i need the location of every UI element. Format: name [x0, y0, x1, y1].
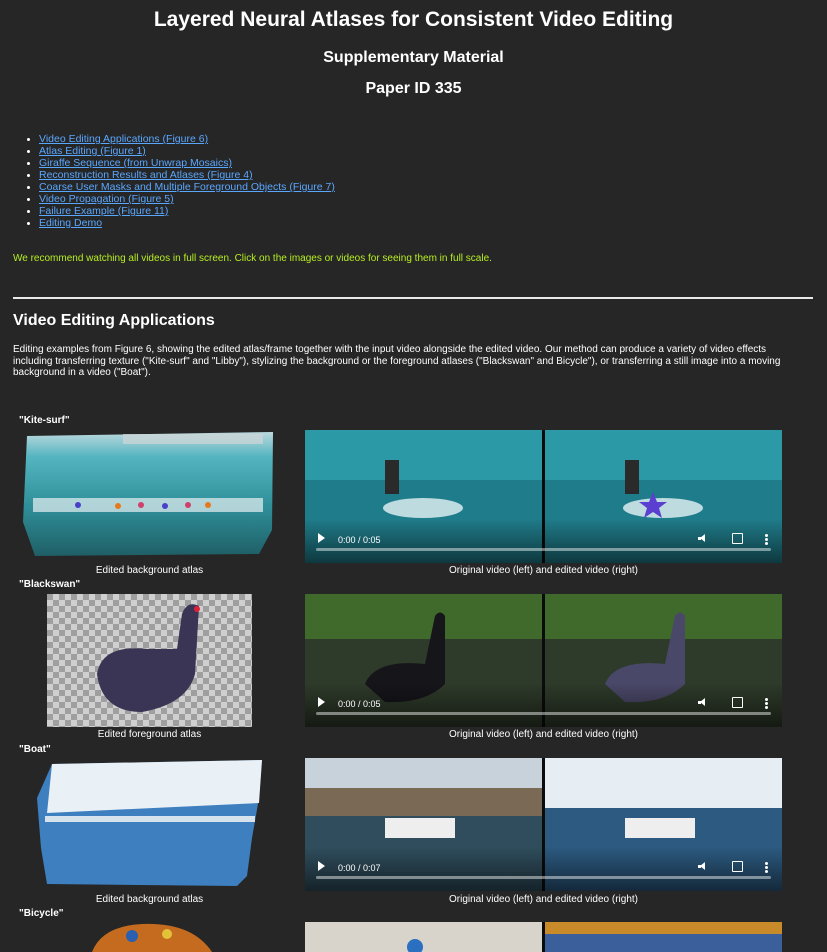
page-title: Layered Neural Atlases for Consistent Vi…: [153, 8, 674, 31]
boat-video-caption: Original video (left) and edited video (…: [449, 894, 638, 905]
boat-video-player[interactable]: 0:00 / 0:07: [305, 758, 782, 891]
volume-icon[interactable]: [698, 534, 707, 543]
section-description: Editing examples from Figure 6, showing …: [13, 344, 781, 378]
toc-item: Video Propagation (Figure 5): [27, 193, 335, 205]
example-label-blackswan: "Blackswan": [19, 579, 81, 590]
fullscreen-icon[interactable]: [732, 533, 743, 544]
video-progress-bar[interactable]: [316, 712, 771, 715]
play-icon[interactable]: [318, 533, 325, 543]
toc-link-coarse-masks[interactable]: Coarse User Masks and Multiple Foregroun…: [39, 181, 335, 193]
volume-icon[interactable]: [698, 862, 707, 871]
toc-link-editing-demo[interactable]: Editing Demo: [39, 217, 102, 229]
bicycle-video-player[interactable]: [305, 922, 782, 952]
video-controls: 0:00 / 0:05: [305, 683, 782, 727]
kite-surf-atlas-caption: Edited background atlas: [95, 565, 204, 576]
kite-surf-atlas-image[interactable]: [23, 430, 276, 558]
bicycle-atlas-image[interactable]: [82, 922, 216, 952]
video-time: 0:00 / 0:05: [338, 535, 381, 545]
example-label-boat: "Boat": [19, 744, 51, 755]
toc-link-atlas-editing[interactable]: Atlas Editing (Figure 1): [39, 145, 146, 157]
kite-surf-video-player[interactable]: 0:00 / 0:05: [305, 430, 782, 563]
bicycle-original-frame: [305, 922, 542, 952]
blackswan-video-player[interactable]: 0:00 / 0:05: [305, 594, 782, 727]
toc-item: Giraffe Sequence (from Unwrap Mosaics): [27, 157, 335, 169]
toc-item: Failure Example (Figure 11): [27, 205, 335, 217]
toc-item: Atlas Editing (Figure 1): [27, 145, 335, 157]
video-controls: 0:00 / 0:07: [305, 847, 782, 891]
toc-item: Editing Demo: [27, 217, 335, 229]
more-options-icon[interactable]: [765, 862, 768, 873]
boat-atlas-image[interactable]: [37, 758, 262, 890]
play-icon[interactable]: [318, 697, 325, 707]
table-of-contents: Video Editing Applications (Figure 6) At…: [27, 133, 335, 229]
section-title: Video Editing Applications: [13, 312, 215, 329]
toc-link-giraffe[interactable]: Giraffe Sequence (from Unwrap Mosaics): [39, 157, 232, 169]
fullscreen-icon[interactable]: [732, 697, 743, 708]
video-controls: 0:00 / 0:05: [305, 519, 782, 563]
section-divider: [13, 297, 813, 299]
example-label-kite-surf: "Kite-surf": [19, 415, 70, 426]
blackswan-atlas-image[interactable]: [47, 594, 252, 727]
toc-item: Reconstruction Results and Atlases (Figu…: [27, 169, 335, 181]
page-subtitle: Supplementary Material: [323, 49, 504, 66]
video-progress-bar[interactable]: [316, 876, 771, 879]
more-options-icon[interactable]: [765, 698, 768, 709]
paper-id: Paper ID 335: [365, 80, 462, 97]
toc-link-propagation[interactable]: Video Propagation (Figure 5): [39, 193, 174, 205]
example-label-bicycle: "Bicycle": [19, 908, 64, 919]
video-progress-bar[interactable]: [316, 548, 771, 551]
toc-link-failure[interactable]: Failure Example (Figure 11): [39, 205, 168, 217]
bicycle-edited-frame: [545, 922, 782, 952]
boat-atlas-caption: Edited background atlas: [95, 894, 204, 905]
toc-link-reconstruction[interactable]: Reconstruction Results and Atlases (Figu…: [39, 169, 253, 181]
blackswan-video-caption: Original video (left) and edited video (…: [449, 729, 638, 740]
kite-surf-video-caption: Original video (left) and edited video (…: [449, 565, 638, 576]
video-time: 0:00 / 0:05: [338, 699, 381, 709]
blackswan-atlas-caption: Edited foreground atlas: [97, 729, 202, 740]
toc-link-video-editing[interactable]: Video Editing Applications (Figure 6): [39, 133, 208, 145]
fullscreen-icon[interactable]: [732, 861, 743, 872]
toc-item: Coarse User Masks and Multiple Foregroun…: [27, 181, 335, 193]
volume-icon[interactable]: [698, 698, 707, 707]
toc-item: Video Editing Applications (Figure 6): [27, 133, 335, 145]
recommendation-note: We recommend watching all videos in full…: [13, 253, 492, 264]
more-options-icon[interactable]: [765, 534, 768, 545]
video-time: 0:00 / 0:07: [338, 863, 381, 873]
play-icon[interactable]: [318, 861, 325, 871]
